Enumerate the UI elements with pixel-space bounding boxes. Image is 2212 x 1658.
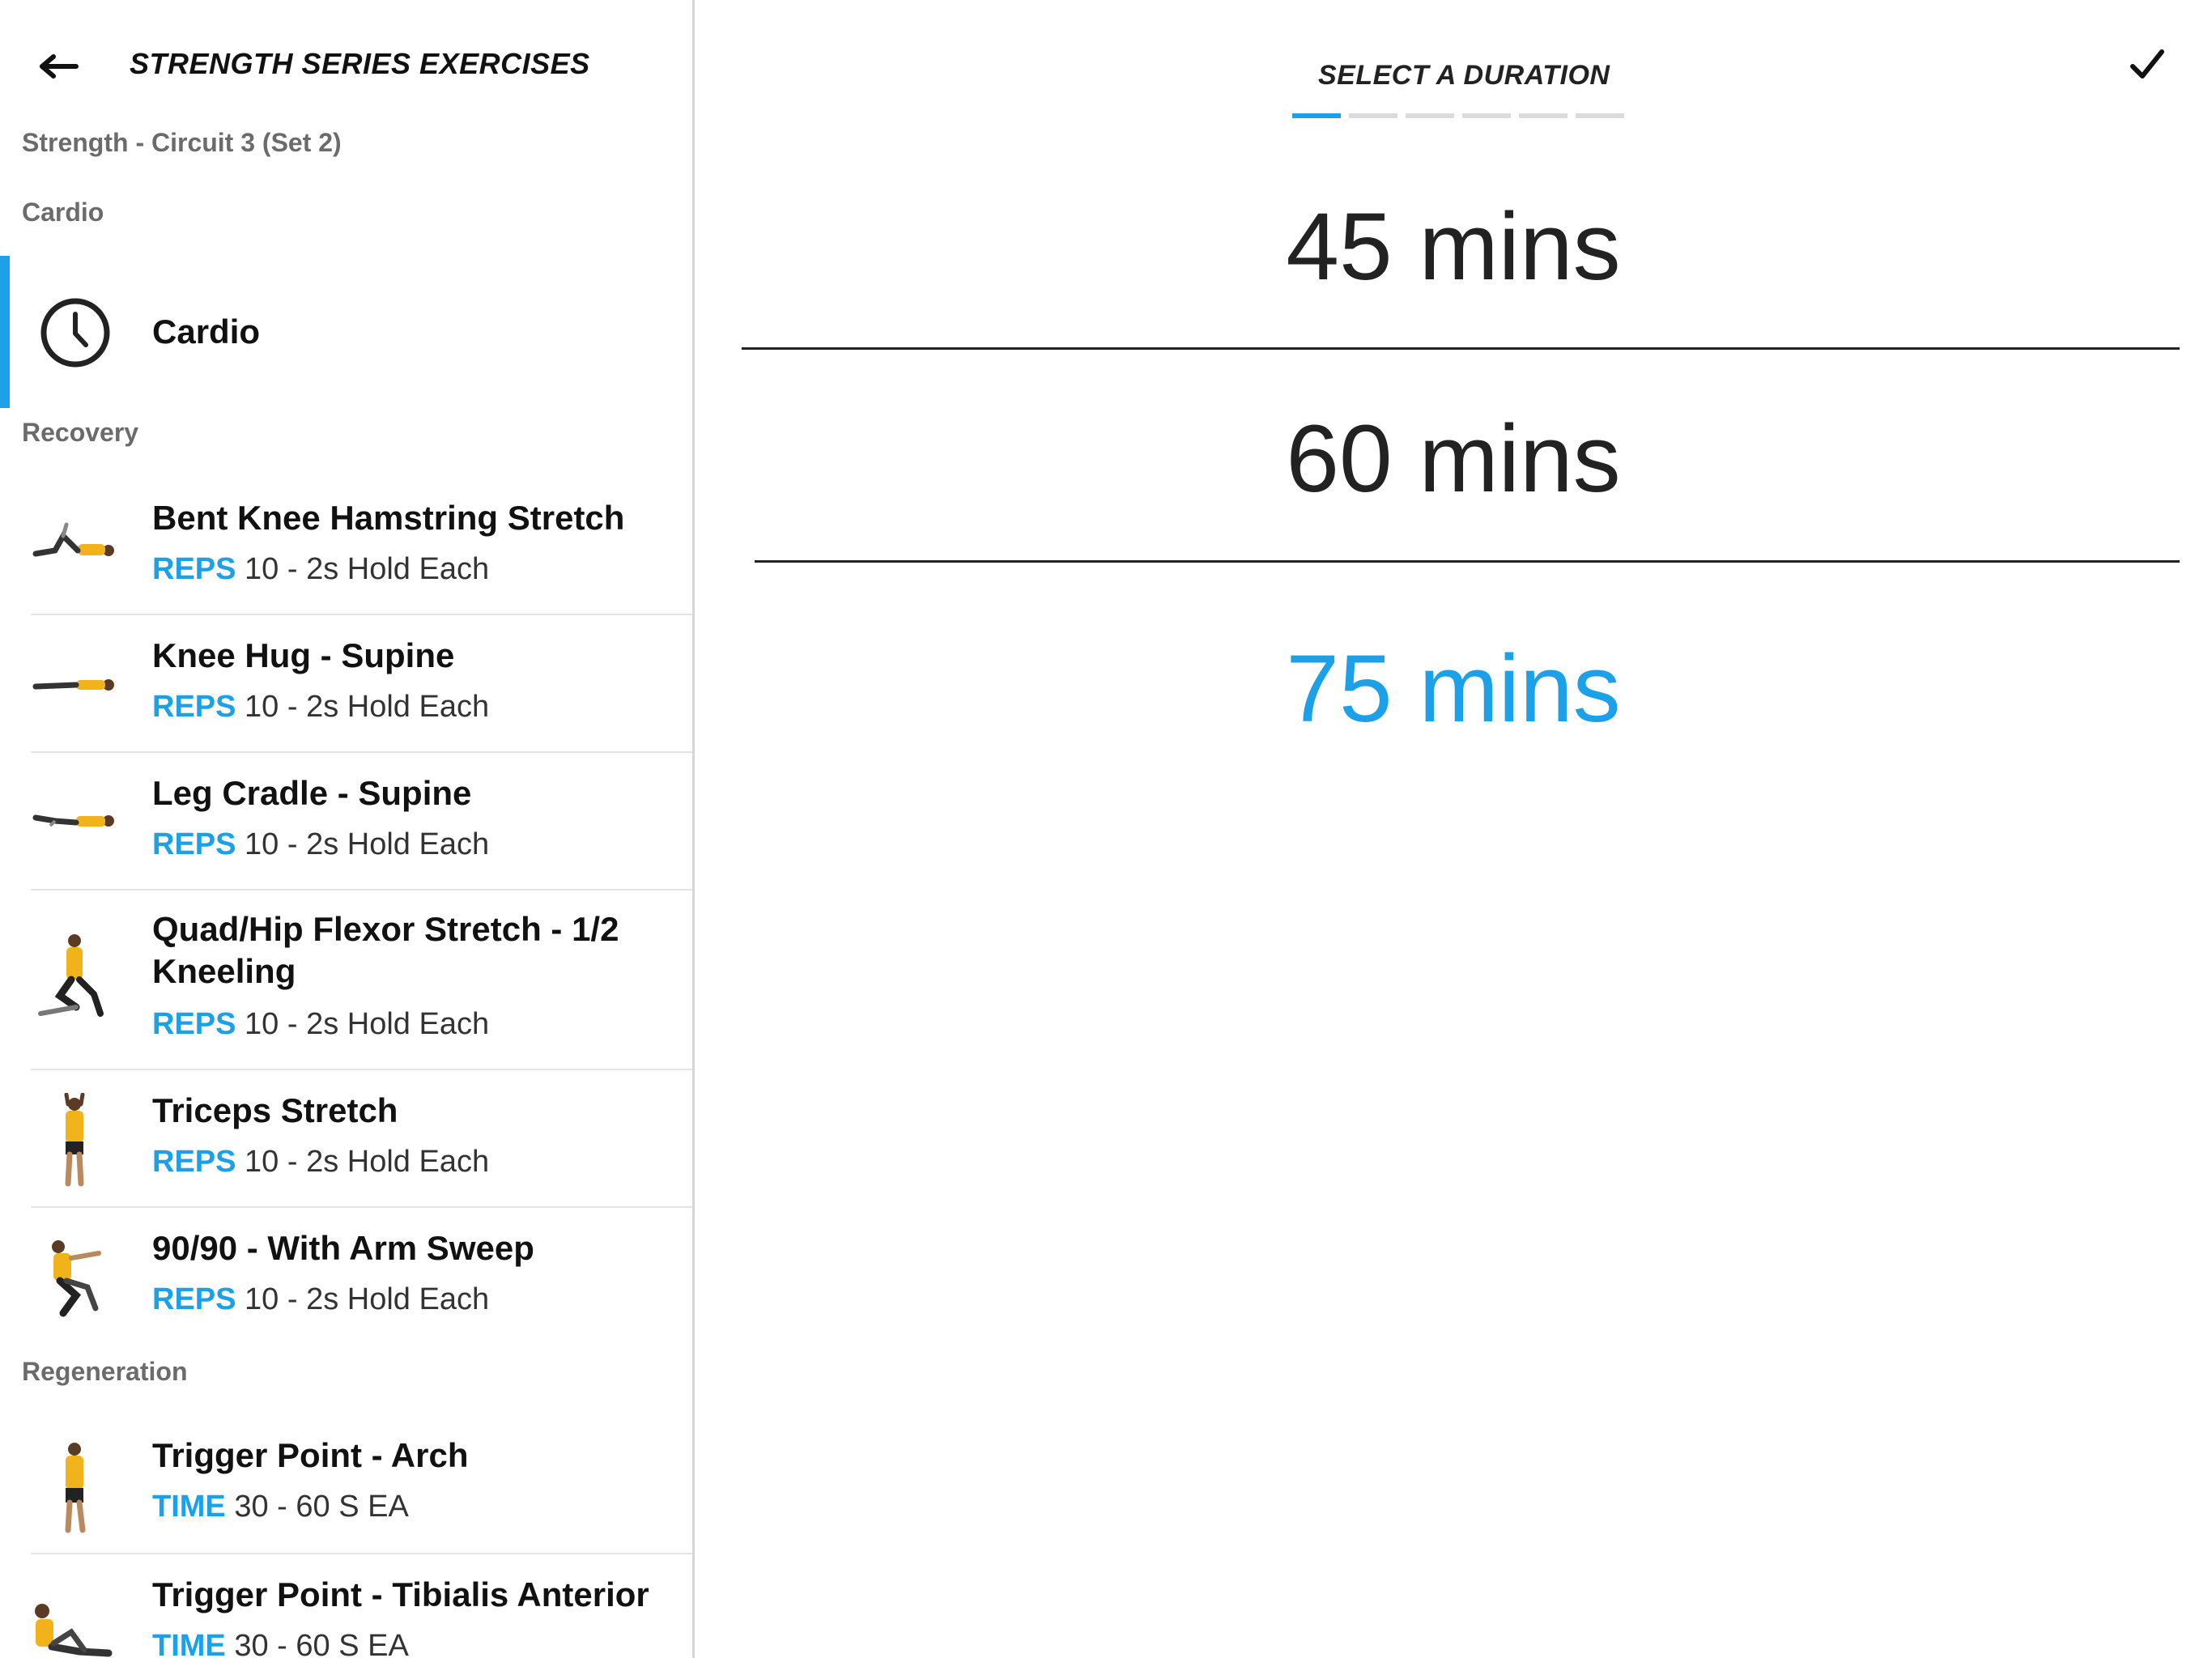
exercise-thumbnail-icon [32,522,114,557]
exercise-value: 10 - 2s Hold Each [245,552,490,586]
exercise-detail: TIME 30 - 60 S EA [152,1490,409,1524]
exercise-thumbnail-icon [35,1604,113,1657]
step-dot [1349,113,1397,118]
exercise-value: 10 - 2s Hold Each [245,690,490,724]
step-indicator [1292,113,1632,118]
section-recovery-header: Recovery [22,418,139,447]
step-dot [1406,113,1454,118]
list-item[interactable]: 90/90 - With Arm Sweep REPS 10 - 2s Hold… [31,1208,692,1346]
exercise-value: 10 - 2s Hold Each [245,827,490,861]
picker-title: SELECT A DURATION [1318,60,1610,91]
exercise-name: Trigger Point - Arch [152,1436,469,1474]
duration-option-75[interactable]: 75 mins [695,636,2212,742]
picker-selection-line-bottom [755,560,2180,563]
cardio-item-label: Cardio [152,312,261,351]
exercise-detail: REPS 10 - 2s Hold Each [152,1282,489,1317]
exercise-metric: REPS [152,690,236,724]
exercise-thumbnail-icon [32,814,114,827]
section-strength-circuit: Strength - Circuit 3 (Set 2) [22,128,342,157]
exercise-name: Leg Cradle - Supine [152,774,472,812]
list-header: STRENGTH SERIES EXERCISES [0,0,692,130]
exercise-thumbnail-icon [52,1240,101,1317]
page-title: STRENGTH SERIES EXERCISES [130,47,590,80]
exercise-name: Knee Hug - Supine [152,636,455,674]
duration-picker-panel: SELECT A DURATION 45 mins 60 mins 75 min… [695,0,2212,1658]
exercise-thumbnail-icon [32,679,114,691]
exercise-metric: TIME [152,1490,226,1524]
list-item[interactable]: Leg Cradle - Supine REPS 10 - 2s Hold Ea… [31,753,692,891]
list-item[interactable]: Triceps Stretch REPS 10 - 2s Hold Each [31,1070,692,1208]
exercise-name: Bent Knee Hamstring Stretch [152,499,625,537]
exercise-metric: REPS [152,1282,236,1316]
exercise-thumbnail-icon [64,1093,85,1187]
checkmark-icon[interactable] [2128,45,2167,84]
step-dot [1576,113,1624,118]
exercise-name: Triceps Stretch [152,1091,398,1129]
list-item[interactable]: Quad/Hip Flexor Stretch - 1/2 Kneeling R… [31,891,692,1070]
section-cardio-header: Cardio [22,198,104,227]
exercise-detail: REPS 10 - 2s Hold Each [152,827,489,862]
section-regeneration-header: Regeneration [22,1357,188,1386]
exercise-value: 30 - 60 S EA [234,1629,409,1658]
exercise-metric: REPS [152,827,236,861]
exercise-value: 10 - 2s Hold Each [245,1145,490,1179]
exercise-name: 90/90 - With Arm Sweep [152,1229,534,1267]
list-item[interactable]: Bent Knee Hamstring Stretch REPS 10 - 2s… [31,478,692,615]
clock-icon [40,298,110,368]
step-dot [1462,113,1511,118]
duration-option-45[interactable]: 45 mins [695,194,2212,300]
exercise-list-panel: STRENGTH SERIES EXERCISES Strength - Cir… [0,0,692,1658]
exercise-detail: REPS 10 - 2s Hold Each [152,690,489,725]
list-item[interactable]: Trigger Point - Tibialis Anterior TIME 3… [31,1554,692,1658]
exercise-detail: REPS 10 - 2s Hold Each [152,1145,489,1180]
exercise-metric: REPS [152,1145,236,1179]
app-root: STRENGTH SERIES EXERCISES Strength - Cir… [0,0,2212,1658]
exercise-value: 30 - 60 S EA [234,1490,409,1524]
step-dot [1519,113,1568,118]
back-arrow-icon[interactable] [39,50,79,83]
exercise-detail: REPS 10 - 2s Hold Each [152,1007,489,1042]
exercise-detail: REPS 10 - 2s Hold Each [152,552,489,587]
exercise-metric: TIME [152,1629,226,1658]
exercise-value: 10 - 2s Hold Each [245,1007,490,1041]
list-item[interactable]: Knee Hug - Supine REPS 10 - 2s Hold Each [31,615,692,753]
picker-selection-line-top [742,347,2180,350]
exercise-metric: REPS [152,1007,236,1041]
selected-indicator [0,256,10,408]
exercise-value: 10 - 2s Hold Each [245,1282,490,1316]
exercise-name: Quad/Hip Flexor Stretch - 1/2 Kneeling [152,910,619,990]
exercise-metric: REPS [152,552,236,586]
list-item[interactable]: Trigger Point - Arch TIME 30 - 60 S EA [31,1415,692,1554]
exercise-thumbnail-icon [38,934,104,1017]
exercise-detail: TIME 30 - 60 S EA [152,1629,409,1658]
step-dot-active [1292,113,1341,118]
duration-option-60[interactable]: 60 mins [695,406,2212,512]
exercise-thumbnail-icon [65,1443,86,1533]
exercise-name: Trigger Point - Tibialis Anterior [152,1575,649,1613]
